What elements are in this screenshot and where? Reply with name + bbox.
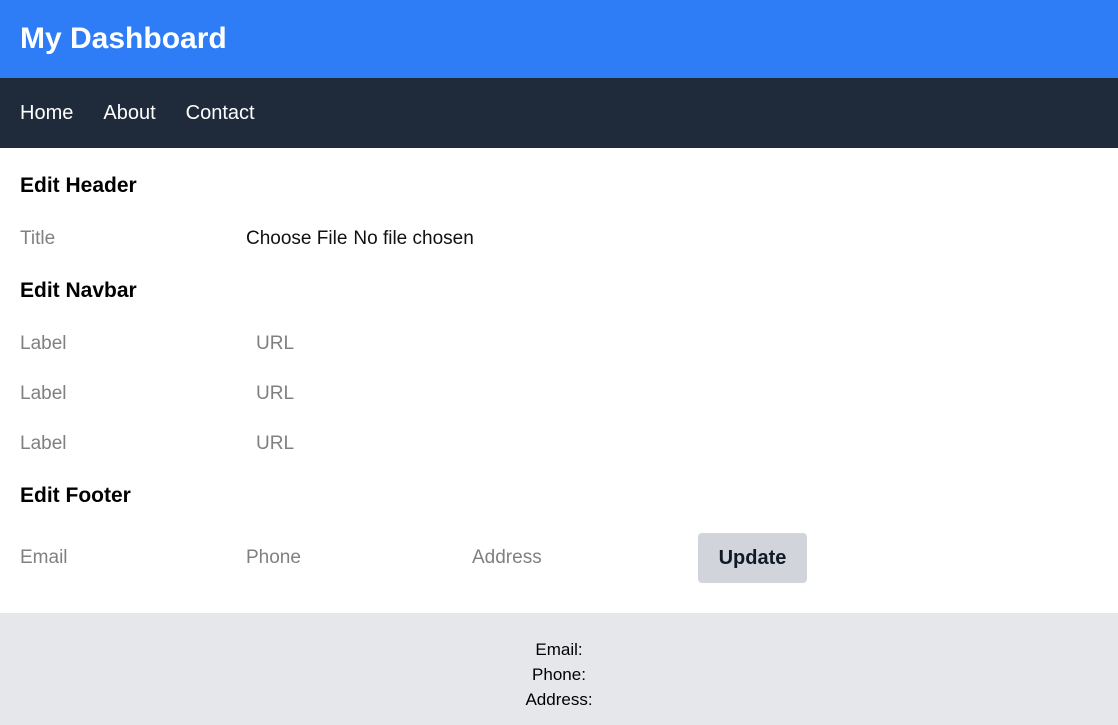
footer-phone: Phone:	[532, 665, 586, 684]
edit-header-title: Edit Header	[20, 174, 137, 197]
nav-url-input[interactable]	[256, 430, 482, 458]
file-status: No file chosen	[353, 228, 474, 249]
header-file-input[interactable]: Choose File No file chosen	[246, 228, 474, 250]
navbar-edit-row	[20, 430, 482, 458]
edit-footer-title: Edit Footer	[20, 484, 131, 507]
update-button[interactable]: Update	[698, 533, 807, 583]
header: My Dashboard	[0, 0, 1118, 78]
footer-address-input[interactable]	[472, 544, 698, 572]
edit-header-row: Choose File No file chosen	[20, 225, 474, 253]
edit-navbar-title: Edit Navbar	[20, 279, 137, 302]
footer-edit-row: Update	[20, 533, 807, 583]
nav-label-input[interactable]	[20, 380, 256, 408]
navbar: Home About Contact	[0, 78, 1118, 148]
choose-file-button[interactable]: Choose File	[246, 228, 347, 250]
footer: Email: Phone: Address:	[0, 613, 1118, 725]
footer-email-input[interactable]	[20, 544, 246, 572]
nav-label-input[interactable]	[20, 330, 256, 358]
header-title-input[interactable]	[20, 225, 246, 253]
page-title: My Dashboard	[20, 22, 227, 55]
nav-url-input[interactable]	[256, 380, 482, 408]
nav-link-about[interactable]: About	[103, 102, 155, 125]
nav-url-input[interactable]	[256, 330, 482, 358]
nav-link-home[interactable]: Home	[20, 102, 73, 125]
footer-address: Address:	[525, 690, 593, 709]
nav-label-input[interactable]	[20, 430, 256, 458]
navbar-edit-row	[20, 380, 482, 408]
main-content: Edit Header Choose File No file chosen E…	[0, 148, 1118, 613]
navbar-edit-row	[20, 330, 482, 358]
nav-link-contact[interactable]: Contact	[186, 102, 255, 125]
footer-email: Email:	[535, 640, 583, 659]
footer-phone-input[interactable]	[246, 544, 472, 572]
